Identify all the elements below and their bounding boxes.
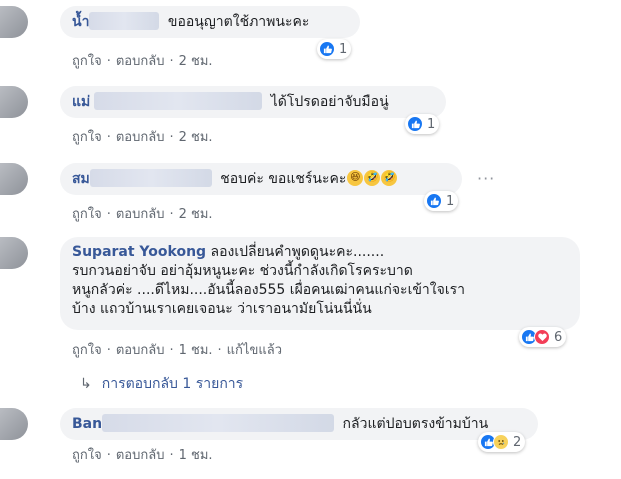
commenter-name[interactable]: Ban [72, 416, 102, 432]
redacted-name [89, 169, 212, 187]
avatar[interactable] [0, 86, 28, 118]
reaction-count: 1 [446, 193, 455, 209]
rofl-emoji: 🤣 [364, 169, 381, 186]
view-replies-label: การตอบกลับ 1 รายการ [101, 376, 244, 392]
comment-meta: ถูกใจ · ตอบกลับ · 2 ชม. [72, 54, 213, 69]
comment-text: ลองเปลี่ยนคำพูดดูนะคะ....... [210, 244, 385, 260]
commenter-name[interactable]: Suparat Yookong [72, 244, 206, 260]
comment-bubble: สม ชอบค่ะ ขอแชร์นะคะ 😆 🤣 🤣 [60, 163, 462, 195]
comment-meta: ถูกใจ · ตอบกลับ · 2 ชม. [72, 130, 213, 145]
timestamp[interactable]: 2 ชม. [179, 207, 213, 222]
laughing-emoji: 😆 [347, 169, 364, 186]
redacted-name [102, 414, 335, 432]
comment-bubble: Suparat Yookong ลองเปลี่ยนคำพูดดูนะคะ...… [60, 237, 580, 330]
timestamp[interactable]: 2 ชม. [179, 54, 213, 69]
like-link[interactable]: ถูกใจ [72, 207, 102, 222]
comment-bubble: น้ำ ขออนุญาตใช้ภาพนะคะ [60, 6, 360, 38]
comment-text: ชอบค่ะ ขอแชร์นะคะ [220, 171, 347, 187]
comment-line: รบกวนอย่าจับ อย่าอุ้มหนูนะคะ ช่วงนี้กำลั… [72, 263, 413, 279]
comment-line: Suparat Yookong ลองเปลี่ยนคำพูดดูนะคะ...… [72, 243, 568, 262]
comment-meta: ถูกใจ · ตอบกลับ · 1 ชม. [72, 448, 213, 463]
reaction-summary[interactable]: 1 [405, 114, 440, 134]
like-reaction-icon [407, 116, 423, 132]
comment-text: ขออนุญาตใช้ภาพนะคะ [167, 14, 310, 30]
rofl-emoji: 🤣 [381, 169, 398, 186]
reply-link[interactable]: ตอบกลับ [116, 130, 165, 145]
more-options-icon[interactable]: ··· [477, 169, 495, 188]
redacted-name [94, 92, 263, 110]
avatar[interactable] [0, 6, 28, 38]
edited-label[interactable]: แก้ไขแล้ว [227, 343, 282, 358]
like-reaction-icon [426, 193, 442, 209]
reply-link[interactable]: ตอบกลับ [116, 343, 165, 358]
love-reaction-icon [534, 329, 550, 345]
timestamp[interactable]: 1 ชม. [179, 343, 213, 358]
comment-text: กลัวแต่ปอบตรงข้ามบ้าน [342, 416, 489, 432]
like-link[interactable]: ถูกใจ [72, 448, 102, 463]
commenter-name[interactable]: สม [72, 171, 90, 187]
like-reaction-icon [319, 41, 335, 57]
like-link[interactable]: ถูกใจ [72, 130, 102, 145]
like-link[interactable]: ถูกใจ [72, 343, 102, 358]
avatar[interactable] [0, 408, 28, 440]
avatar[interactable] [0, 163, 28, 195]
reaction-summary[interactable]: 6 [519, 327, 567, 347]
comment-bubble: แม่ ได้โปรดอย่าจับมือนู่ [60, 86, 446, 118]
reply-link[interactable]: ตอบกลับ [116, 207, 165, 222]
like-link[interactable]: ถูกใจ [72, 54, 102, 69]
comment-text: ได้โปรดอย่าจับมือนู่ [270, 94, 389, 110]
comment-line: บ้าง แถวบ้านเราเคยเจอนะ ว่าเราอนามัยโน่น… [72, 301, 372, 317]
reaction-summary[interactable]: 2 [478, 432, 526, 452]
comment-bubble: Ban กลัวแต่ปอบตรงข้ามบ้าน [60, 408, 538, 440]
reaction-summary[interactable]: 1 [317, 39, 352, 59]
timestamp[interactable]: 2 ชม. [179, 130, 213, 145]
reaction-summary[interactable]: 1 [424, 191, 459, 211]
reaction-count: 1 [339, 41, 348, 57]
comment-line: หนูกลัวค่ะ ....ดีไหม....อันนี้ลอง555 เผื… [72, 282, 465, 298]
reply-link[interactable]: ตอบกลับ [116, 448, 165, 463]
reply-link[interactable]: ตอบกลับ [116, 54, 165, 69]
timestamp[interactable]: 1 ชม. [179, 448, 213, 463]
comment-meta: ถูกใจ · ตอบกลับ · 2 ชม. [72, 207, 213, 222]
commenter-name[interactable]: แม่ [72, 94, 90, 110]
reaction-count: 2 [513, 434, 522, 450]
avatar[interactable] [0, 237, 28, 269]
view-replies-link[interactable]: ↳ การตอบกลับ 1 รายการ [80, 373, 243, 395]
reaction-count: 6 [554, 329, 563, 345]
comment-meta: ถูกใจ · ตอบกลับ · 1 ชม. · แก้ไขแล้ว [72, 343, 282, 358]
sad-reaction-icon [493, 434, 509, 450]
redacted-name [89, 12, 160, 30]
reply-arrow-icon: ↳ [80, 376, 92, 392]
reaction-count: 1 [427, 116, 436, 132]
commenter-name[interactable]: น้ำ [72, 14, 89, 30]
